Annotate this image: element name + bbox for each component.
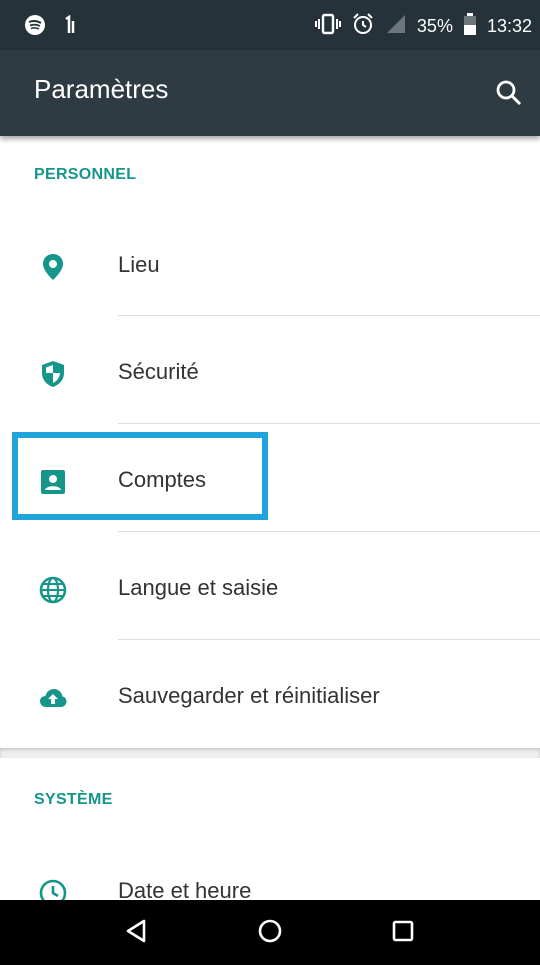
divider xyxy=(118,315,540,316)
settings-item-label: Sauvegarder et réinitialiser xyxy=(118,683,380,708)
search-button[interactable] xyxy=(492,76,526,110)
recents-button[interactable] xyxy=(386,916,420,950)
spotify-icon xyxy=(24,14,46,41)
settings-list: PERSONNEL Lieu Sécurité Comptes Langue e… xyxy=(0,136,540,900)
back-button[interactable] xyxy=(120,916,154,950)
clock-icon xyxy=(38,878,68,900)
settings-item-sauvegarder[interactable]: Sauvegarder et réinitialiser xyxy=(0,645,540,751)
highlight-box xyxy=(12,432,268,520)
section-header-systeme: SYSTÈME xyxy=(34,791,113,808)
notification-icon xyxy=(64,14,78,40)
vibrate-icon xyxy=(314,13,341,40)
app-bar: Paramètres xyxy=(0,50,540,136)
settings-item-lieu[interactable]: Lieu xyxy=(0,214,540,320)
settings-item-label: Lieu xyxy=(118,252,160,277)
settings-item-date-heure[interactable]: Date et heure xyxy=(0,840,540,900)
signal-icon xyxy=(385,13,407,40)
alarm-icon xyxy=(351,12,375,41)
recents-icon xyxy=(390,918,416,948)
navigation-bar xyxy=(0,900,540,965)
page-title: Paramètres xyxy=(34,74,169,104)
globe-icon xyxy=(38,575,68,605)
location-icon xyxy=(38,252,68,282)
settings-item-langue[interactable]: Langue et saisie xyxy=(0,537,540,643)
search-icon xyxy=(492,80,526,114)
settings-item-label: Langue et saisie xyxy=(118,575,279,600)
divider xyxy=(118,531,540,532)
settings-item-label: Date et heure xyxy=(118,878,252,900)
home-icon xyxy=(256,917,284,949)
status-bar: 35% 13:32 xyxy=(0,0,540,50)
clock-time: 13:32 xyxy=(486,16,532,36)
back-icon xyxy=(124,918,150,948)
shield-icon xyxy=(38,359,68,389)
section-header-personnel: PERSONNEL xyxy=(34,166,137,183)
section-separator xyxy=(0,748,540,758)
battery-icon xyxy=(463,13,477,40)
cloud-upload-icon xyxy=(38,683,68,713)
divider xyxy=(118,639,540,640)
settings-item-label: Sécurité xyxy=(118,359,199,384)
home-button[interactable] xyxy=(253,916,287,950)
divider xyxy=(118,423,540,424)
battery-percent: 35% xyxy=(416,16,453,36)
settings-item-securite[interactable]: Sécurité xyxy=(0,321,540,427)
